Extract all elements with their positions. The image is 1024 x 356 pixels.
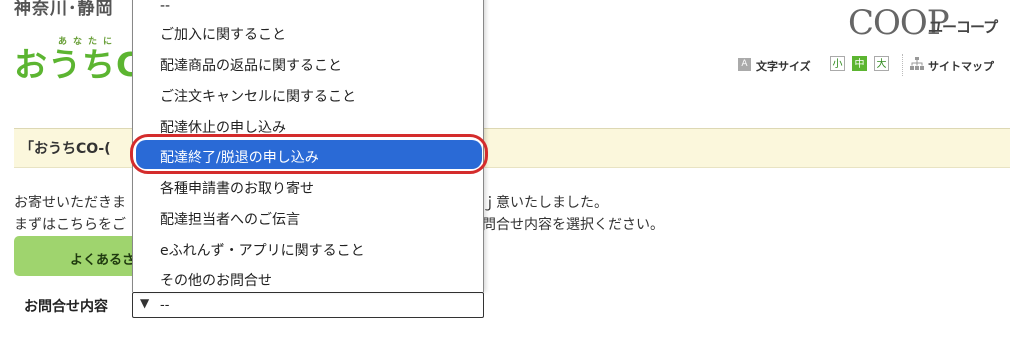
brand-logo[interactable]: おうちC: [14, 48, 141, 81]
dropdown-option-efriends-app[interactable]: eふれんず・アプリに関すること: [160, 240, 365, 260]
dropdown-option-request-forms[interactable]: 各種申請書のお取り寄せ: [160, 178, 314, 198]
highlight-annotation-ring: [130, 134, 488, 174]
intro-text-line1-end: ｊ意いたしました。: [482, 195, 608, 211]
utility-divider: [902, 54, 903, 76]
font-size-label: 文字サイズ: [756, 60, 811, 73]
dropdown-option-message-to-driver[interactable]: 配達担当者へのご伝言: [160, 209, 300, 229]
dropdown-option-return[interactable]: 配達商品の返品に関すること: [160, 55, 342, 75]
dropdown-arrow-icon[interactable]: ▼: [140, 296, 149, 310]
dropdown-option-cancel-order[interactable]: ご注文キャンセルに関すること: [160, 86, 356, 106]
region-label: 神奈川･静岡: [14, 0, 114, 19]
sitemap-link[interactable]: サイトマップ: [928, 58, 994, 74]
faq-button-label: よくあるさ: [70, 253, 136, 268]
font-size-medium-button[interactable]: 中: [852, 56, 867, 71]
dropdown-option-none[interactable]: --: [160, 0, 170, 14]
font-size-large-button[interactable]: 大: [874, 56, 889, 71]
intro-text-line2: まずはこちらをご: [14, 217, 126, 233]
font-size-icon: A: [738, 58, 751, 71]
inquiry-type-select-value: --: [160, 298, 170, 313]
notice-title: 「おうちCO-(: [20, 141, 111, 157]
inquiry-type-select[interactable]: [132, 292, 484, 318]
font-size-small-button[interactable]: 小: [830, 56, 845, 71]
intro-text-line2-end: 問合せ内容を選択ください。: [482, 217, 664, 233]
inquiry-type-label: お問合せ内容: [24, 299, 108, 315]
dropdown-option-membership[interactable]: ご加入に関すること: [160, 24, 286, 44]
sitemap-icon: [910, 57, 924, 70]
coop-logo-subtitle: ユーコープ: [928, 18, 998, 36]
dropdown-option-other[interactable]: その他のお問合せ: [160, 270, 272, 290]
intro-text-line1: お寄せいただきま: [14, 195, 126, 211]
